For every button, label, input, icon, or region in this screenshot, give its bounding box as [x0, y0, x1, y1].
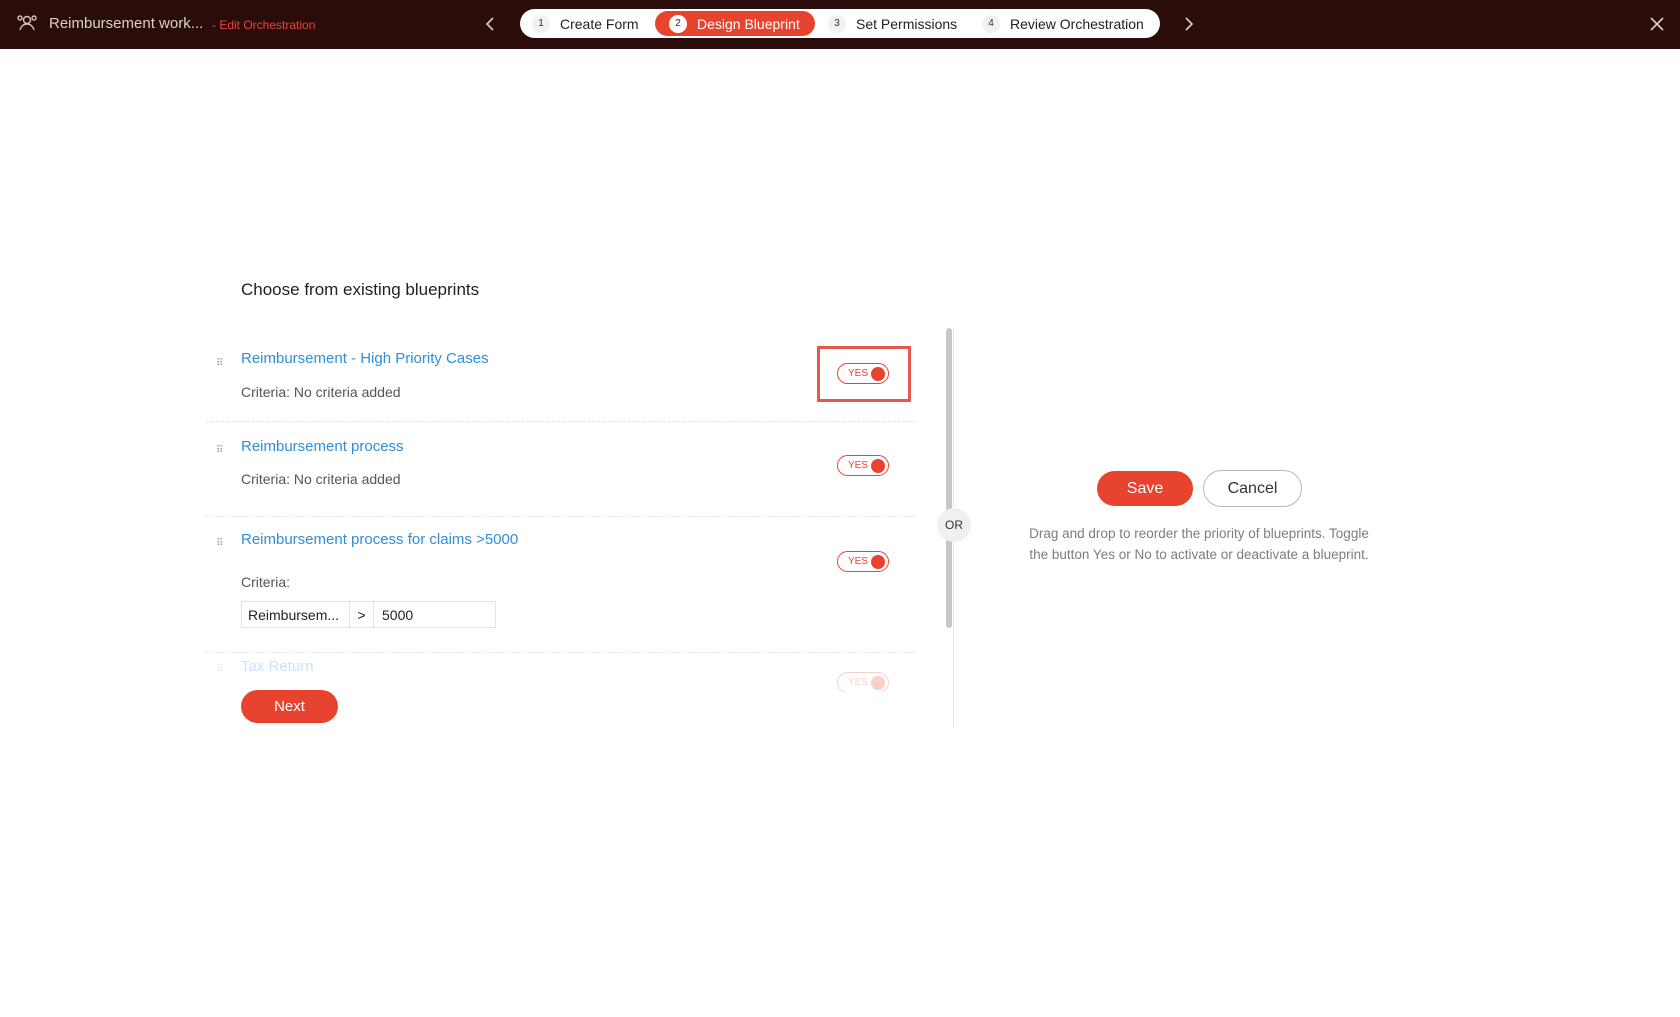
list-item[interactable]: ⠿ Reimbursement process for claims >5000… [206, 328, 916, 653]
close-icon[interactable] [1646, 13, 1668, 35]
step-number: 1 [532, 14, 550, 33]
help-text: Drag and drop to reorder the priority of… [1029, 526, 1369, 562]
next-button[interactable]: Next [241, 690, 338, 723]
blueprint-title[interactable]: Tax Return [241, 658, 314, 675]
step-label: Set Permissions [856, 15, 958, 32]
chevron-left-icon[interactable] [480, 13, 502, 35]
step-label: Review Orchestration [1010, 15, 1144, 32]
criteria-condition: Reimbursem... > 5000 [241, 601, 496, 628]
section-title: Choose from existing blueprints [241, 280, 480, 299]
save-button[interactable]: Save [1097, 471, 1193, 506]
toggle-label: YES [848, 556, 869, 567]
blueprint-title[interactable]: Reimbursement process for claims >5000 [241, 531, 518, 548]
step-number: 3 [828, 14, 846, 33]
top-bar: Reimbursement work... - Edit Orchestrati… [0, 0, 1680, 49]
list-scrollbar[interactable] [946, 328, 952, 628]
toggle-label: YES [848, 677, 869, 688]
step-set-permissions[interactable]: 3 Set Permissions [828, 11, 968, 36]
drag-handle-icon[interactable]: ⠿ [216, 538, 223, 549]
blueprint-list: ⠿ Reimbursement - High Priority Cases Cr… [206, 328, 916, 692]
chevron-right-icon[interactable] [1177, 13, 1199, 35]
cancel-button[interactable]: Cancel [1203, 470, 1302, 507]
step-progress: 1 Create Form 2 Design Blueprint 3 Set P… [520, 9, 1160, 38]
orchestration-icon [17, 15, 37, 31]
edit-orchestration-label: - Edit Orchestration [212, 18, 316, 32]
app-title: Reimbursement work... [49, 15, 204, 32]
step-number: 2 [669, 14, 687, 33]
criteria-field[interactable]: Reimbursem... [242, 602, 350, 627]
blueprint-toggle[interactable]: YES [837, 551, 889, 572]
toggle-knob [871, 675, 885, 690]
step-label: Design Blueprint [697, 15, 800, 32]
criteria-value[interactable]: 5000 [374, 607, 413, 623]
criteria-operator[interactable]: > [350, 602, 374, 627]
step-create-form[interactable]: 1 Create Form [532, 11, 652, 36]
blueprint-toggle[interactable]: YES [837, 672, 889, 692]
drag-handle-icon[interactable]: ⠿ [216, 664, 223, 675]
toggle-knob [871, 554, 885, 569]
step-review-orchestration[interactable]: 4 Review Orchestration [982, 11, 1157, 36]
step-number: 4 [982, 14, 1000, 33]
list-item[interactable]: ⠿ Tax Return YES [206, 654, 916, 692]
blueprint-criteria: Criteria: [241, 574, 291, 590]
or-badge: OR [937, 508, 971, 542]
step-design-blueprint[interactable]: 2 Design Blueprint [655, 11, 815, 36]
step-label: Create Form [560, 15, 639, 32]
